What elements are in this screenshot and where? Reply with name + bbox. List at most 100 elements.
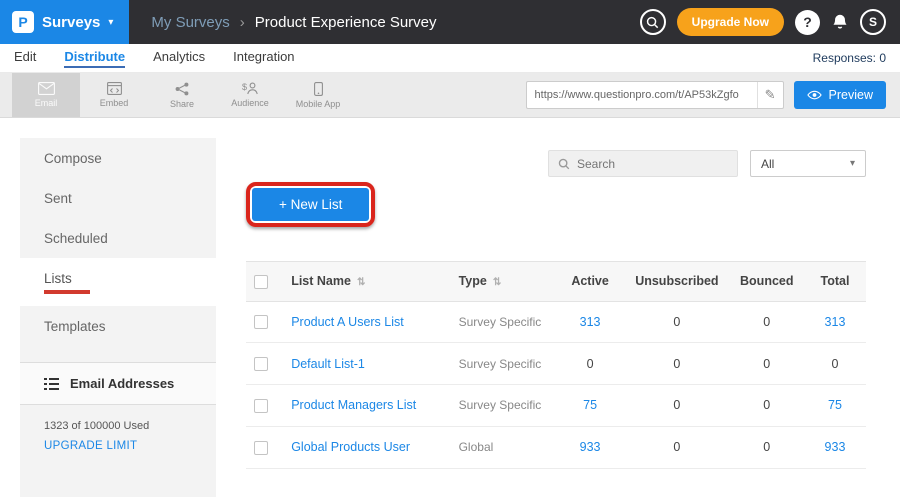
upgrade-limit-link[interactable]: UPGRADE LIMIT (20, 435, 216, 457)
row-checkbox[interactable] (254, 315, 268, 329)
column-header-total[interactable]: Total (804, 262, 866, 302)
active-count: 75 (556, 385, 624, 427)
total-count: 933 (804, 426, 866, 468)
top-bar: P Surveys ▾ My Surveys › Product Experie… (0, 0, 900, 44)
list-type: Survey Specific (451, 343, 556, 385)
sidebar-item-lists-label: Lists (44, 271, 72, 286)
table-row: Default List-1 Survey Specific 0 0 0 0 (246, 343, 866, 385)
edit-url-pencil-icon[interactable]: ✎ (757, 82, 783, 108)
sidebar-item-compose[interactable]: Compose (20, 138, 216, 178)
row-checkbox[interactable] (254, 357, 268, 371)
total-count: 0 (804, 343, 866, 385)
tab-distribute[interactable]: Distribute (64, 49, 125, 68)
column-header-type[interactable]: Type ⇅ (451, 262, 556, 302)
tab-analytics[interactable]: Analytics (153, 49, 205, 68)
active-count: 0 (556, 343, 624, 385)
list-search-input[interactable] (577, 157, 728, 171)
column-header-active[interactable]: Active (556, 262, 624, 302)
unsubscribed-count: 0 (624, 426, 729, 468)
column-header-unsubscribed[interactable]: Unsubscribed (624, 262, 729, 302)
bounced-count: 0 (730, 385, 804, 427)
tool-tab-label: Mobile App (296, 99, 341, 109)
bounced-count: 0 (730, 301, 804, 343)
unsubscribed-count: 0 (624, 301, 729, 343)
filter-selected-value: All (761, 157, 774, 171)
user-avatar[interactable]: S (860, 9, 886, 35)
help-icon[interactable]: ? (795, 10, 820, 35)
address-list-icon (44, 378, 59, 390)
column-label: Type (459, 274, 487, 288)
unsubscribed-count: 0 (624, 385, 729, 427)
breadcrumb-current-survey: Product Experience Survey (255, 14, 437, 31)
breadcrumb: My Surveys › Product Experience Survey (151, 14, 436, 31)
sidebar-item-templates[interactable]: Templates (20, 306, 216, 346)
distribute-toolbar: Email Embed Share $ Audience Mobile App … (0, 73, 900, 118)
chevron-down-icon: ▾ (850, 158, 855, 169)
tab-integration[interactable]: Integration (233, 49, 294, 68)
annotation-red-box: + New List (246, 182, 375, 227)
list-name-link[interactable]: Default List-1 (283, 343, 450, 385)
list-name-link[interactable]: Product Managers List (283, 385, 450, 427)
list-name-link[interactable]: Product A Users List (283, 301, 450, 343)
sidebar-item-scheduled[interactable]: Scheduled (20, 218, 216, 258)
sidebar-item-lists[interactable]: Lists (20, 258, 216, 306)
email-addresses-title: Email Addresses (70, 376, 174, 391)
tab-edit[interactable]: Edit (14, 49, 36, 68)
list-type: Survey Specific (451, 301, 556, 343)
chevron-down-icon: ▾ (108, 17, 113, 28)
tool-tab-audience[interactable]: $ Audience (216, 73, 284, 117)
lists-table: List Name ⇅ Type ⇅ Active Unsubscribed Bou… (246, 261, 866, 469)
email-icon (38, 82, 55, 95)
row-checkbox[interactable] (254, 441, 268, 455)
tool-tab-mobile-app[interactable]: Mobile App (284, 73, 352, 117)
tool-tab-embed[interactable]: Embed (80, 73, 148, 117)
select-all-checkbox[interactable] (254, 275, 268, 289)
email-usage-text: 1323 of 100000 Used (20, 405, 216, 435)
list-search-box (548, 150, 738, 177)
share-icon (175, 82, 189, 96)
sidebar-item-sent[interactable]: Sent (20, 178, 216, 218)
tool-tab-email[interactable]: Email (12, 73, 80, 117)
app-name: Surveys (42, 14, 100, 31)
search-icon[interactable] (640, 9, 666, 35)
active-count: 313 (556, 301, 624, 343)
embed-icon (107, 82, 122, 95)
eye-icon (807, 90, 822, 100)
upgrade-now-button[interactable]: Upgrade Now (677, 8, 784, 36)
tool-tab-label: Audience (231, 98, 269, 108)
list-type: Survey Specific (451, 385, 556, 427)
search-icon (558, 158, 570, 170)
bounced-count: 0 (730, 426, 804, 468)
lists-content: All ▾ + New List List Name ⇅ Type ⇅ Active… (216, 138, 900, 497)
table-row: Product A Users List Survey Specific 313… (246, 301, 866, 343)
table-row: Global Products User Global 933 0 0 933 (246, 426, 866, 468)
table-row: Product Managers List Survey Specific 75… (246, 385, 866, 427)
bounced-count: 0 (730, 343, 804, 385)
mobile-phone-icon (314, 82, 323, 96)
survey-section-nav: Edit Distribute Analytics Integration Re… (0, 44, 900, 73)
toolbar-right: ✎ Preview (526, 73, 900, 117)
sort-icon[interactable]: ⇅ (357, 277, 365, 288)
row-checkbox[interactable] (254, 399, 268, 413)
notifications-bell-icon[interactable] (831, 13, 849, 31)
tool-tab-share[interactable]: Share (148, 73, 216, 117)
new-list-button[interactable]: + New List (252, 188, 369, 221)
column-header-bounced[interactable]: Bounced (730, 262, 804, 302)
tool-tab-label: Embed (100, 98, 129, 108)
sort-icon[interactable]: ⇅ (493, 277, 501, 288)
topbar-actions: Upgrade Now ? S (640, 8, 900, 36)
list-name-link[interactable]: Global Products User (283, 426, 450, 468)
survey-url-box: ✎ (526, 81, 784, 109)
column-header-list-name[interactable]: List Name ⇅ (283, 262, 450, 302)
column-label: List Name (291, 274, 351, 288)
breadcrumb-my-surveys[interactable]: My Surveys (151, 14, 229, 31)
preview-button[interactable]: Preview (794, 81, 886, 109)
survey-url-input[interactable] (527, 89, 757, 101)
breadcrumb-separator-icon: › (240, 14, 245, 31)
list-type-filter-dropdown[interactable]: All ▾ (750, 150, 866, 177)
email-addresses-section: Email Addresses (20, 362, 216, 405)
main-area: Compose Sent Scheduled Lists Templates E… (0, 118, 900, 497)
tool-tab-label: Share (170, 99, 194, 109)
responses-count[interactable]: Responses: 0 (813, 51, 886, 65)
surveys-app-menu[interactable]: P Surveys ▾ (0, 0, 129, 44)
